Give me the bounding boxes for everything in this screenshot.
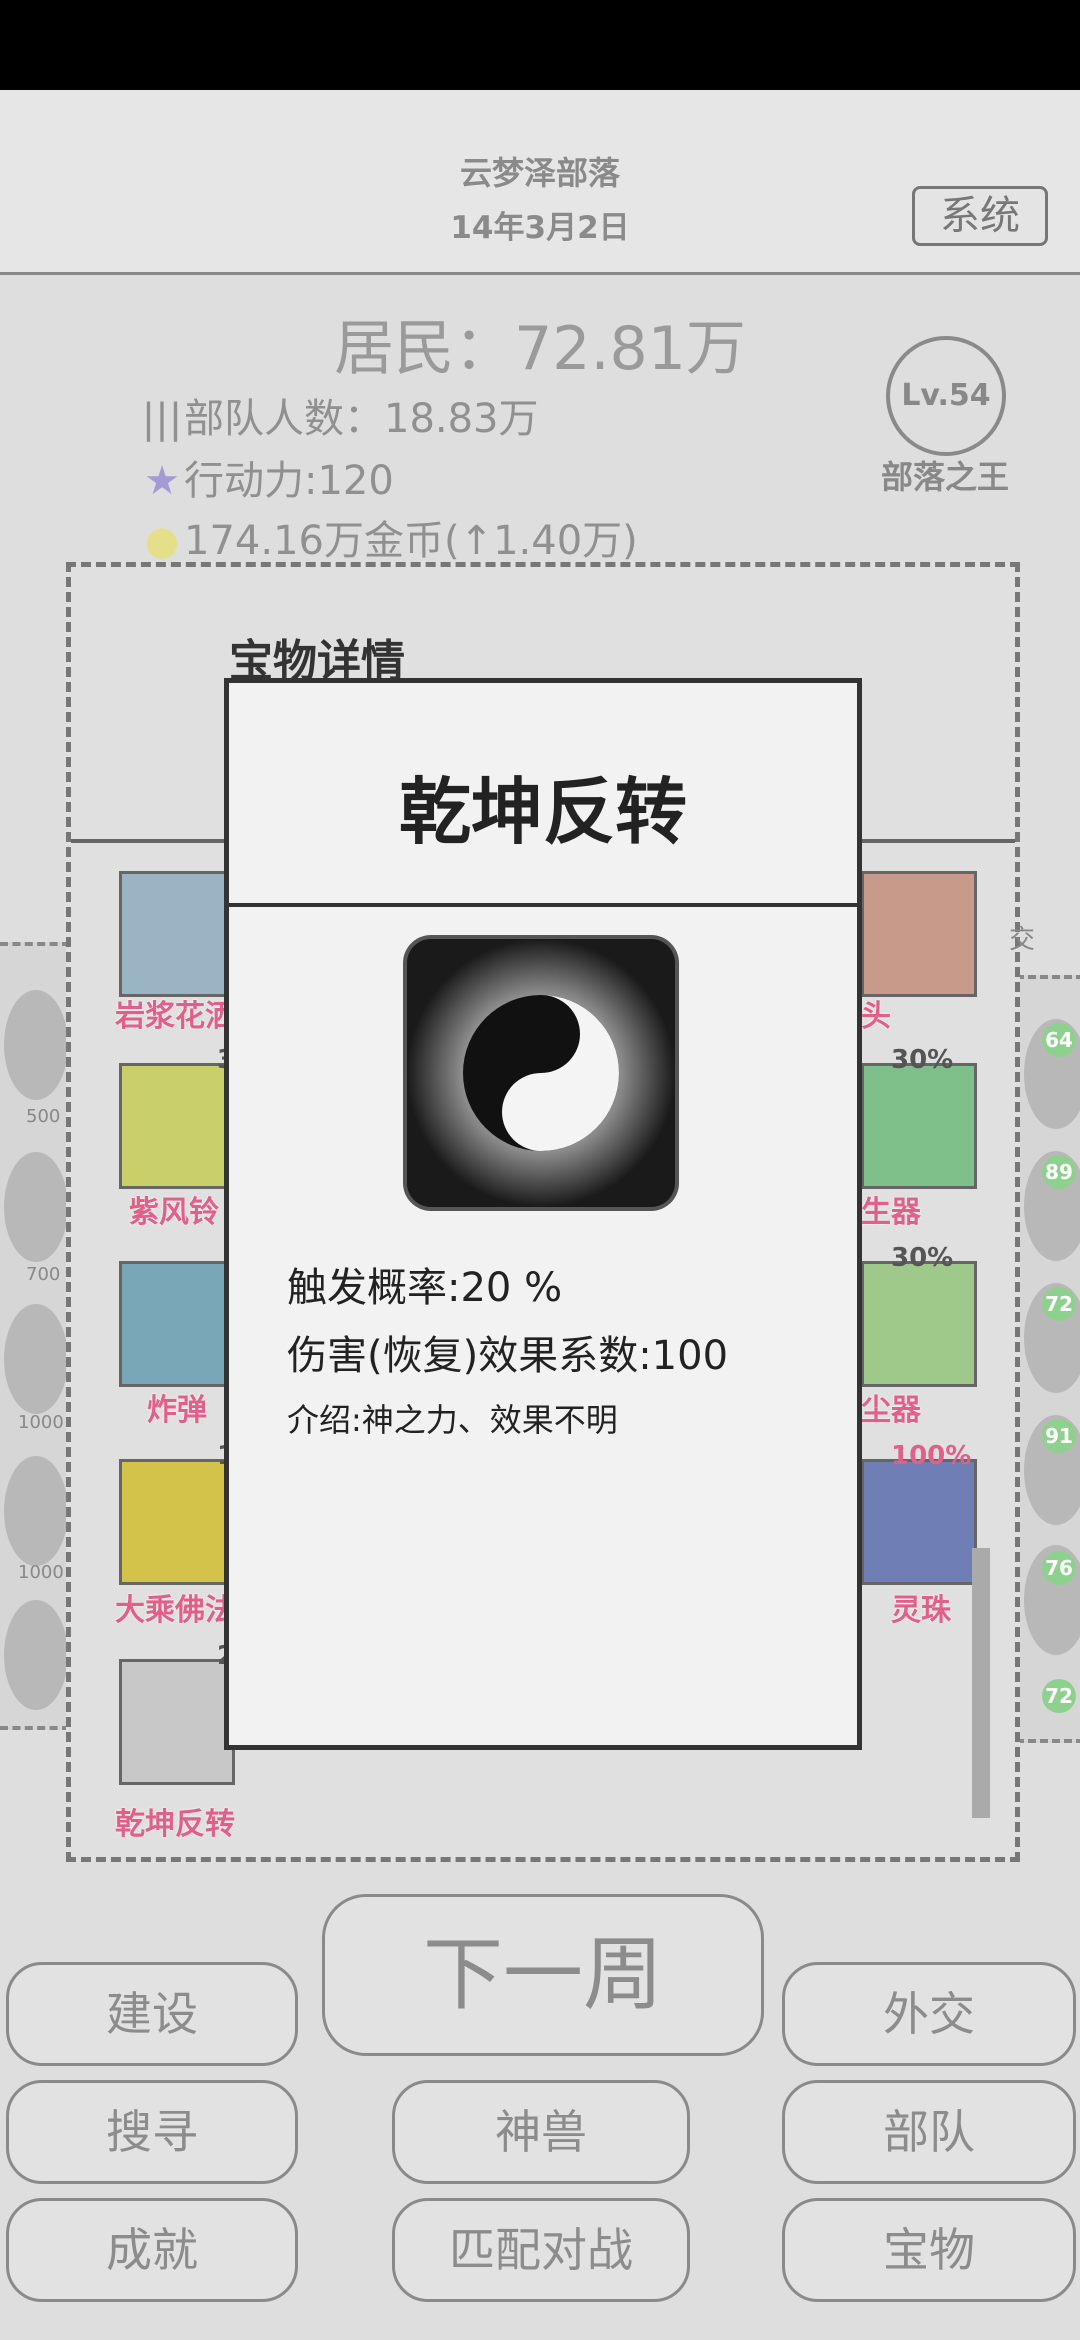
treasure-label: 乾坤反转 xyxy=(115,1807,235,1842)
system-button[interactable]: 系统 xyxy=(912,186,1048,246)
action-stat: ★ 行动力:120 xyxy=(140,448,394,506)
treasure-item[interactable] xyxy=(119,1659,235,1785)
opponent-badge: 89 xyxy=(1042,1155,1076,1189)
treasure-item[interactable] xyxy=(119,1459,235,1585)
achievement-button[interactable]: 成就 xyxy=(6,2198,298,2302)
gold-text: 174.16万金币(↑1.40万) xyxy=(184,518,638,564)
treasure-label: 紫风铃 xyxy=(129,1195,219,1230)
treasure-detail-modal: 乾坤反转 触发概率:20 % 伤害(恢复)效果系数:100 介绍:神之力、效果不… xyxy=(224,678,862,1750)
troops-text: 部队人数：18.83万 xyxy=(184,396,539,442)
status-bar xyxy=(0,0,1080,90)
tab-edge-label: 交 xyxy=(1009,925,1036,955)
treasure-item[interactable] xyxy=(861,871,977,997)
treasure-label: 大乘佛法 xyxy=(115,1593,235,1628)
troops-stat: |||部队人数：18.83万 xyxy=(140,386,539,444)
beast-button[interactable]: 神兽 xyxy=(392,2080,690,2184)
treasure-label: 岩浆花洒 xyxy=(115,999,235,1034)
treasure-label: 灵珠 xyxy=(891,1593,951,1628)
modal-header: 乾坤反转 xyxy=(229,683,857,907)
troops-button[interactable]: 部队 xyxy=(782,2080,1076,2184)
treasure-item[interactable] xyxy=(119,871,235,997)
top-header: 云梦泽部落 14年3月2日 系统 xyxy=(0,90,1080,275)
opponent-value: 700 xyxy=(26,1264,61,1285)
opponent-badge: 72 xyxy=(1042,1287,1076,1321)
treasure-label: 炸弹 xyxy=(147,1393,207,1428)
damage-coefficient: 伤害(恢复)效果系数:100 xyxy=(287,1333,729,1379)
opponent-avatar[interactable] xyxy=(4,990,68,1100)
build-button[interactable]: 建设 xyxy=(6,1962,298,2066)
opponent-badge: 91 xyxy=(1042,1419,1076,1453)
opponent-value: 1000 xyxy=(18,1562,64,1583)
panel-scrollbar[interactable] xyxy=(972,1548,990,1818)
treasure-intro: 介绍:神之力、效果不明 xyxy=(287,1401,618,1439)
treasure-percent: 30% xyxy=(891,1243,954,1273)
treasure-item[interactable] xyxy=(119,1063,235,1189)
treasure-label: 头 xyxy=(861,999,891,1034)
treasure-item[interactable] xyxy=(861,1261,977,1387)
rank-title: 部落之王 xyxy=(880,458,1009,496)
treasure-label: 生器 xyxy=(861,1195,921,1230)
match-battle-button[interactable]: 匹配对战 xyxy=(392,2198,690,2302)
search-button[interactable]: 搜寻 xyxy=(6,2080,298,2184)
opponent-avatar[interactable] xyxy=(4,1600,68,1710)
treasure-button[interactable]: 宝物 xyxy=(782,2198,1076,2302)
opponent-value: 500 xyxy=(26,1106,61,1127)
coins-icon: ● xyxy=(144,518,180,564)
star-icon: ★ xyxy=(144,458,180,504)
yin-yang-icon xyxy=(407,939,675,1207)
diplomacy-button[interactable]: 外交 xyxy=(782,1962,1076,2066)
left-opponents-list: 500 700 1000 1000 xyxy=(0,942,70,1730)
treasure-percent: 30% xyxy=(891,1045,954,1075)
treasure-label: 尘器 xyxy=(861,1393,921,1428)
action-text: 行动力:120 xyxy=(184,458,394,504)
treasure-item[interactable] xyxy=(861,1459,977,1585)
opponent-badge: 76 xyxy=(1042,1551,1076,1585)
opponent-badge: 72 xyxy=(1042,1679,1076,1713)
opponent-avatar[interactable] xyxy=(4,1456,68,1566)
level-badge[interactable]: Lv.54 xyxy=(886,336,1006,456)
opponent-badge: 64 xyxy=(1042,1023,1076,1057)
gold-stat: ● 174.16万金币(↑1.40万) xyxy=(140,508,638,566)
opponent-avatar[interactable] xyxy=(4,1304,68,1414)
next-week-button[interactable]: 下一周 xyxy=(322,1894,764,2056)
modal-title: 乾坤反转 xyxy=(398,770,687,854)
opponent-value: 1000 xyxy=(18,1412,64,1433)
opponent-avatar[interactable] xyxy=(4,1152,68,1262)
right-opponents-list: 64 89 72 91 76 72 xyxy=(1016,975,1080,1743)
soldiers-icon: ||| xyxy=(141,396,183,442)
treasure-percent: 100% xyxy=(891,1441,972,1471)
treasure-item[interactable] xyxy=(861,1063,977,1189)
treasure-item[interactable] xyxy=(119,1261,235,1387)
trigger-rate: 触发概率:20 % xyxy=(287,1265,563,1311)
